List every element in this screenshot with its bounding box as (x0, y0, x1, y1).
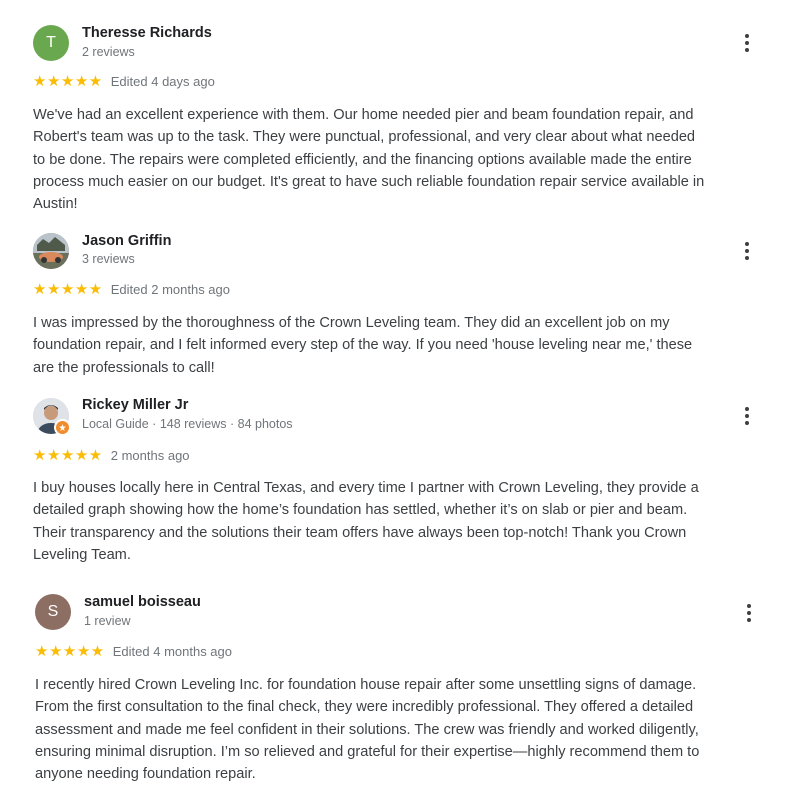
review-text-line: process much easier on our budget. It's … (33, 173, 705, 190)
review-date: 2 months ago (110, 447, 190, 463)
rating-row: ★★★★★ Edited 2 months ago (33, 280, 230, 298)
reviewer-meta: 2 reviews (82, 45, 135, 59)
star-rating: ★★★★★ (33, 447, 103, 464)
avatar[interactable]: S (35, 594, 71, 630)
reviewer-name[interactable]: Theresse Richards (82, 25, 212, 41)
review-text-line: detailed graph showing how the home’s fo… (33, 502, 688, 519)
rating-row: ★★★★★ Edited 4 days ago (33, 72, 215, 90)
reviewer-name[interactable]: Jason Griffin (82, 233, 171, 249)
reviewer-meta: 3 reviews (82, 252, 135, 266)
review-text-line: anyone needing foundation repair. (35, 766, 256, 783)
review-text-line: I was impressed by the thoroughness of t… (33, 315, 670, 331)
local-guide-badge-icon (54, 419, 71, 436)
review-text-line: I recently hired Crown Leveling Inc. for… (35, 677, 697, 693)
review-text: I recently hired Crown Leveling Inc. for… (35, 674, 775, 785)
review-text: I was impressed by the thoroughness of t… (33, 312, 773, 379)
review-text-line: We've had an excellent experience with t… (33, 107, 694, 123)
review-text-line: are the professionals to call! (33, 359, 215, 376)
review-date: Edited 4 days ago (110, 73, 215, 89)
review-date: Edited 4 months ago (112, 643, 232, 659)
review-text-line: to be done. The repairs were completed e… (33, 151, 692, 168)
review-date: Edited 2 months ago (110, 281, 230, 297)
star-rating: ★★★★★ (33, 281, 103, 298)
star-rating: ★★★★★ (35, 643, 105, 660)
avatar-letter: T (46, 34, 56, 51)
more-options-icon[interactable] (737, 31, 757, 55)
review-text-line: assessment and made me feel confident in… (35, 721, 699, 738)
more-options-icon[interactable] (737, 404, 757, 428)
rating-row: ★★★★★ Edited 4 months ago (35, 642, 232, 660)
avatar[interactable] (33, 398, 71, 436)
review-text: We've had an excellent experience with t… (33, 104, 773, 215)
review-text-line: ensuring minimal disruption. I’m so reli… (35, 743, 700, 760)
review-text-line: From the first consultation to the final… (35, 699, 694, 716)
review-text-line: foundation repair, and I felt informed e… (33, 337, 693, 354)
review-text-line: Their transparency and the solutions the… (33, 524, 687, 541)
reviewer-name[interactable]: Rickey Miller Jr (82, 397, 188, 413)
star-rating: ★★★★★ (33, 73, 103, 90)
reviewer-meta: 1 review (84, 614, 131, 628)
avatar[interactable] (33, 233, 69, 269)
more-options-icon[interactable] (737, 239, 757, 263)
review-text: I buy houses locally here in Central Tex… (33, 477, 773, 566)
reviewer-meta: Local Guide · 148 reviews · 84 photos (82, 417, 293, 431)
reviewer-name[interactable]: samuel boisseau (84, 594, 201, 610)
review-text-line: Leveling Team. (33, 546, 131, 563)
review-text-line: I buy houses locally here in Central Tex… (33, 480, 699, 496)
review-text-line: Austin! (33, 196, 78, 213)
avatar-letter: S (47, 603, 59, 620)
review-text-line: Robert's team was up to the task. They w… (33, 129, 696, 146)
avatar-photo-icon (33, 233, 69, 269)
rating-row: ★★★★★ 2 months ago (33, 446, 190, 464)
avatar[interactable]: T (33, 25, 69, 61)
more-options-icon[interactable] (739, 601, 759, 625)
